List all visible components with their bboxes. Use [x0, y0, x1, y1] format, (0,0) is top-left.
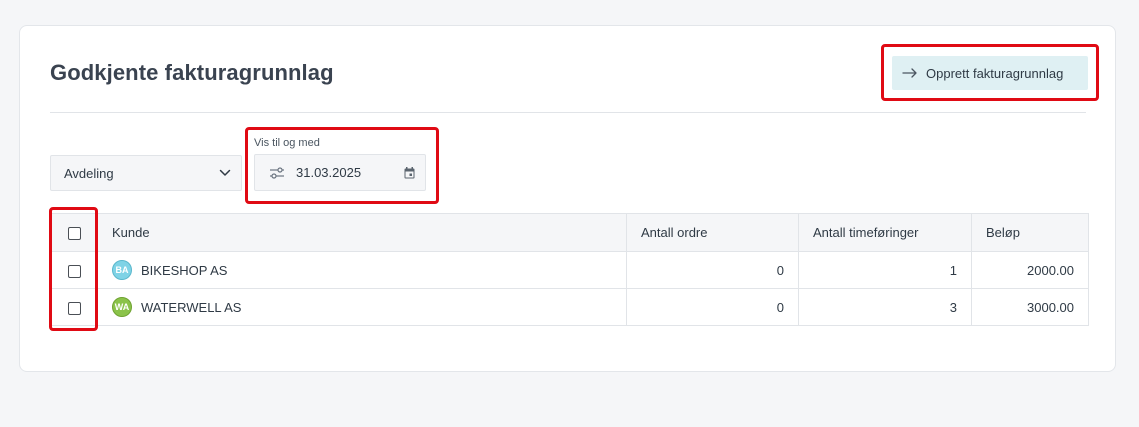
customer-avatar: WA — [112, 297, 132, 317]
date-filter-value: 31.03.2025 — [296, 165, 362, 180]
column-header-time-entries[interactable]: Antall timeføringer — [798, 213, 972, 252]
row-select-cell — [50, 251, 98, 289]
table-row[interactable]: WA WATERWELL AS 0 3 3000.00 — [50, 288, 1089, 326]
chevron-down-icon — [219, 169, 231, 177]
calendar-icon[interactable] — [404, 166, 415, 179]
time-entries-count: 3 — [798, 288, 972, 326]
column-header-orders[interactable]: Antall ordre — [626, 213, 799, 252]
amount-value: 2000.00 — [971, 251, 1089, 289]
invoice-basis-table: Kunde Antall ordre Antall timeføringer B… — [50, 213, 1089, 326]
date-filter-field[interactable]: 31.03.2025 — [254, 154, 426, 191]
row-checkbox[interactable] — [67, 264, 81, 278]
sliders-icon — [269, 166, 285, 179]
time-entries-count: 1 — [798, 251, 972, 289]
column-header-amount[interactable]: Beløp — [971, 213, 1089, 252]
customer-avatar: BA — [112, 260, 132, 280]
table-row[interactable]: BA BIKESHOP AS 0 1 2000.00 — [50, 251, 1089, 289]
create-button-label: Opprett fakturagrunnlag — [926, 65, 1064, 81]
arrow-right-icon — [902, 67, 918, 79]
create-invoice-basis-button[interactable]: Opprett fakturagrunnlag — [892, 56, 1088, 90]
date-filter-label: Vis til og med — [254, 137, 320, 149]
department-select[interactable]: Avdeling — [50, 155, 242, 191]
approved-invoice-basis-card: Godkjente fakturagrunnlag Opprett faktur… — [19, 25, 1116, 372]
customer-cell: WA WATERWELL AS — [97, 288, 627, 326]
department-select-value: Avdeling — [64, 165, 114, 181]
amount-value: 3000.00 — [971, 288, 1089, 326]
header-divider — [50, 112, 1086, 113]
customer-name: BIKESHOP AS — [141, 262, 228, 278]
select-all-checkbox[interactable] — [67, 227, 81, 241]
row-checkbox[interactable] — [67, 301, 81, 315]
column-header-customer[interactable]: Kunde — [97, 213, 627, 252]
customer-name: WATERWELL AS — [141, 299, 242, 315]
page-title: Godkjente fakturagrunnlag — [50, 60, 334, 85]
orders-count: 0 — [626, 288, 799, 326]
orders-count: 0 — [626, 251, 799, 289]
row-select-cell — [50, 288, 98, 326]
customer-cell: BA BIKESHOP AS — [97, 251, 627, 289]
select-all-cell — [50, 213, 98, 252]
table-header-row: Kunde Antall ordre Antall timeføringer B… — [50, 213, 1089, 252]
